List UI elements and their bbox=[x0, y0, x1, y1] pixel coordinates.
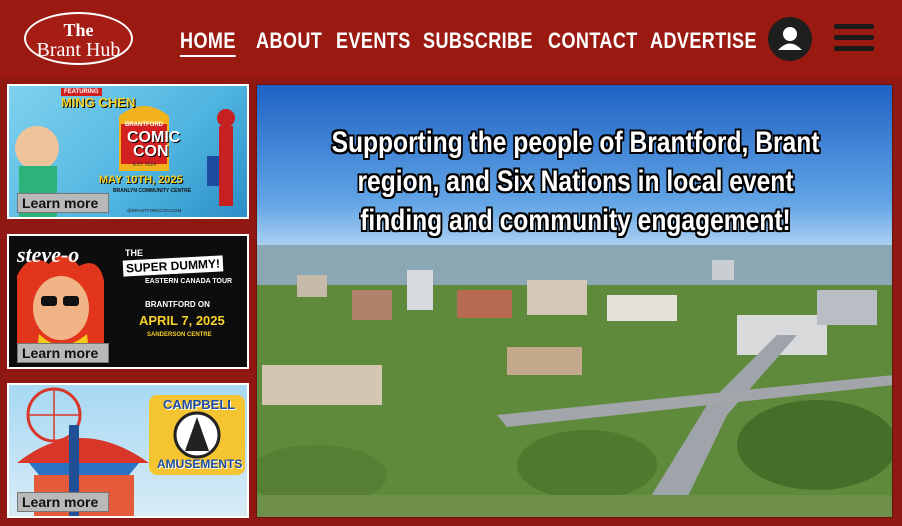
tour-date: APRIL 7, 2025 bbox=[139, 313, 225, 328]
comic-con-est: EST. 2024 bbox=[133, 162, 157, 168]
ad-steve-o[interactable]: steve-o THE SUPER DUMMY! EASTERN CANADA … bbox=[7, 234, 249, 369]
user-avatar-icon[interactable] bbox=[768, 17, 812, 61]
site-logo[interactable]: The Brant Hub bbox=[24, 12, 133, 65]
tour-venue: SANDERSON CENTRE bbox=[147, 332, 212, 338]
comic-con-brand-2: CON bbox=[133, 143, 169, 160]
tour-the: THE bbox=[125, 248, 143, 258]
nav-advertise[interactable]: ADVERTISE bbox=[650, 28, 757, 54]
hero-headline: Supporting the people of Brantford, Bran… bbox=[331, 126, 820, 237]
learn-more-button[interactable]: Learn more bbox=[17, 492, 109, 512]
hero-banner: Supporting the people of Brantford, Bran… bbox=[256, 84, 893, 518]
nav-about[interactable]: ABOUT bbox=[256, 28, 322, 54]
logo-line-1: The bbox=[63, 20, 94, 40]
guest-name: MING CHEN bbox=[61, 95, 136, 110]
learn-more-button[interactable]: Learn more bbox=[17, 343, 109, 363]
nav-events[interactable]: EVENTS bbox=[336, 28, 411, 54]
site-header: The Brant Hub HOME ABOUT EVENTS SUBSCRIB… bbox=[0, 0, 902, 78]
comic-con-brand-top: BRANTFORD bbox=[125, 122, 163, 128]
comic-con-date: MAY 10TH, 2025 bbox=[99, 174, 183, 186]
campbell-brand-1: CAMPBELL bbox=[163, 397, 236, 412]
tour-city: BRANTFORD ON bbox=[145, 300, 210, 309]
campbell-brand-2: AMUSEMENTS bbox=[157, 457, 243, 471]
comic-con-url: @BRANTFORDCON.COM bbox=[127, 208, 182, 213]
nav-contact[interactable]: CONTACT bbox=[548, 28, 638, 54]
performer-name: steve-o bbox=[17, 242, 80, 267]
nav-home[interactable]: HOME bbox=[180, 28, 236, 57]
hamburger-menu-icon[interactable] bbox=[834, 22, 874, 54]
learn-more-button[interactable]: Learn more bbox=[17, 193, 109, 213]
tour-subtitle: EASTERN CANADA TOUR bbox=[145, 278, 233, 285]
logo-line-2: Brant Hub bbox=[36, 39, 121, 61]
nav-subscribe[interactable]: SUBSCRIBE bbox=[423, 28, 533, 54]
ad-campbell-amusements[interactable]: CAMPBELL AMUSEMENTS Learn more bbox=[7, 383, 249, 518]
ad-comic-con[interactable]: FEATURING MING CHEN BRANTFORD COMIC CON … bbox=[7, 84, 249, 219]
comic-con-venue: BRANLYN COMMUNITY CENTRE bbox=[113, 188, 192, 194]
